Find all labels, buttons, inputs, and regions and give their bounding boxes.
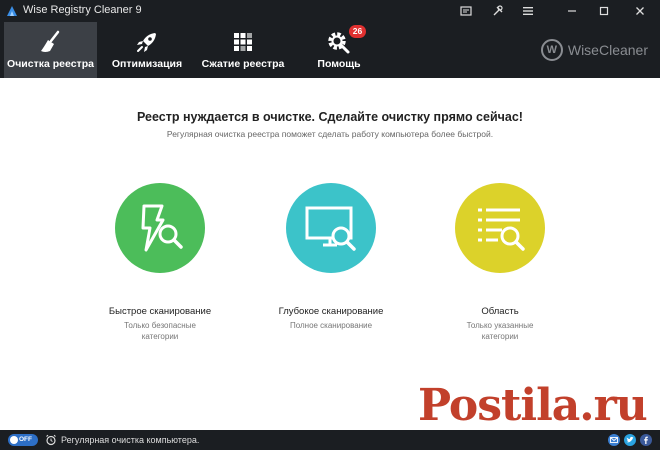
tab-registry-cleaner[interactable]: Очистка реестра [4, 22, 97, 78]
card-title: Быстрое сканирование [108, 306, 212, 317]
status-bar: OFF Регулярная очистка компьютера. [0, 430, 660, 450]
maximize-icon [599, 6, 609, 16]
custom-area-button[interactable] [455, 183, 545, 273]
message-icon [460, 5, 472, 16]
quick-scan-card[interactable]: Быстрое сканирование Только безопасные к… [70, 183, 250, 342]
notification-badge: 26 [349, 25, 366, 38]
card-title: Область [481, 306, 519, 317]
deep-scan-card[interactable]: Глубокое сканирование Полное сканировани… [241, 183, 421, 331]
feedback-button[interactable] [450, 0, 482, 22]
window-title: Wise Registry Cleaner 9 [23, 4, 142, 16]
twitter-icon [626, 436, 634, 443]
rocket-icon [137, 33, 156, 52]
list-search-icon [478, 208, 525, 251]
brand[interactable]: W WiseCleaner [540, 39, 648, 61]
maximize-button[interactable] [588, 0, 620, 22]
tab-label: Оптимизация [111, 58, 183, 70]
main-toolbar: Очистка реестра Оптимизация Сжатие реест… [0, 22, 660, 78]
deep-scan-button[interactable] [286, 183, 376, 273]
minimize-button[interactable] [556, 0, 588, 22]
tab-label: Помощь [317, 58, 361, 70]
tab-help[interactable]: 26 Помощь [298, 22, 380, 78]
broom-icon [40, 30, 59, 52]
title-bar: Wise Registry Cleaner 9 [0, 0, 660, 22]
card-description: Только указанные категории [466, 321, 534, 341]
facebook-button[interactable] [640, 434, 652, 446]
tab-label: Сжатие реестра [201, 58, 285, 70]
wisecleaner-logo-icon: W [540, 39, 563, 61]
brand-name: WiseCleaner [567, 42, 648, 58]
twitter-button[interactable] [624, 434, 636, 446]
blocks-icon [234, 33, 252, 51]
page-subtitle: Регулярная очистка реестра поможет сдела… [166, 129, 494, 139]
tab-optimization[interactable]: Оптимизация [104, 22, 190, 78]
bolt-search-icon [141, 204, 183, 252]
status-text: Регулярная очистка компьютера. [61, 435, 200, 445]
card-description: Полное сканирование [289, 321, 373, 330]
minimize-icon [568, 10, 576, 12]
monitor-search-icon [305, 206, 356, 251]
page-title: Реестр нуждается в очистке. Сделайте очи… [137, 110, 523, 124]
quick-scan-button[interactable] [115, 183, 205, 273]
auto-clean-toggle[interactable]: OFF [8, 434, 38, 446]
tools-icon [493, 5, 503, 16]
card-title: Глубокое сканирование [278, 306, 384, 317]
facebook-icon [644, 436, 648, 444]
close-icon [636, 7, 644, 15]
close-button[interactable] [624, 0, 656, 22]
watermark: Postila.ru [418, 380, 648, 431]
app-logo-icon [7, 6, 17, 16]
card-description: Только безопасные категории [124, 321, 196, 341]
alarm-clock-icon[interactable] [45, 434, 57, 446]
watermark-text: Postila.ru [418, 380, 648, 431]
mail-icon [610, 437, 618, 443]
custom-area-card[interactable]: Область Только указанные категории [410, 183, 590, 342]
tab-label: Очистка реестра [7, 58, 94, 70]
mail-button[interactable] [608, 434, 620, 446]
tab-registry-defrag[interactable]: Сжатие реестра [200, 22, 286, 78]
menu-button[interactable] [512, 0, 544, 22]
skin-button[interactable] [482, 0, 514, 22]
menu-icon [523, 7, 533, 15]
